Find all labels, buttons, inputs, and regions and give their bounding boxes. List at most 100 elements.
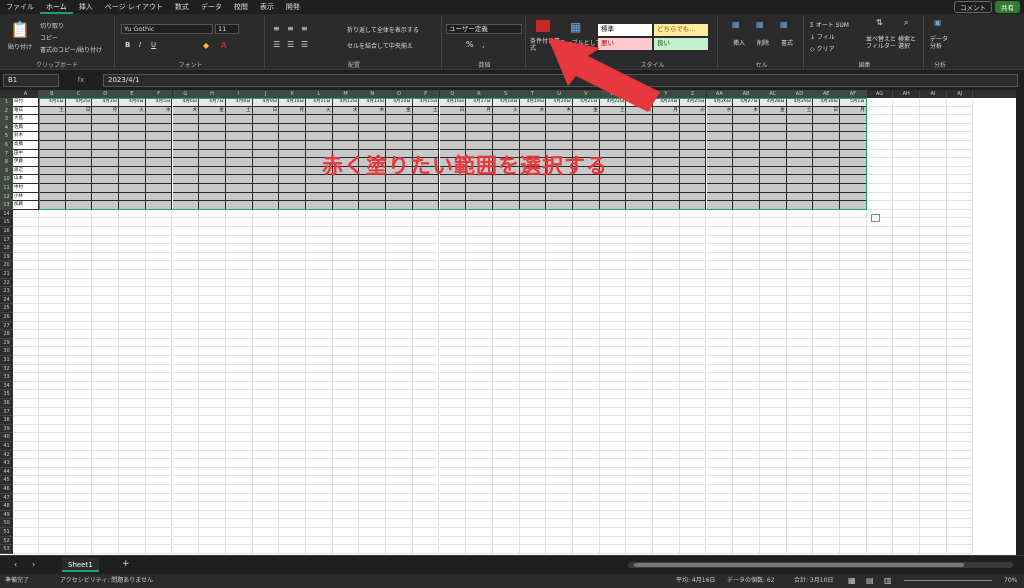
- cell-S18[interactable]: [492, 244, 520, 253]
- cell-AB16[interactable]: [733, 227, 760, 236]
- cell-AI19[interactable]: [920, 252, 947, 262]
- cell-W53[interactable]: [599, 545, 627, 554]
- cell-AC25[interactable]: [759, 304, 787, 313]
- cell-R42[interactable]: [466, 450, 493, 460]
- cell-A41[interactable]: [13, 442, 39, 451]
- cell-A12[interactable]: 小林: [13, 192, 39, 202]
- cell-O22[interactable]: [386, 278, 413, 288]
- cell-Z14[interactable]: [679, 209, 707, 219]
- cell-J23[interactable]: [252, 287, 280, 296]
- cell-X33[interactable]: [626, 373, 654, 382]
- cell-Y53[interactable]: [653, 545, 680, 554]
- menu-tab-4[interactable]: 数式: [169, 0, 195, 14]
- cell-D22[interactable]: [92, 278, 120, 288]
- cell-X43[interactable]: [626, 459, 654, 468]
- cell-Z25[interactable]: [679, 304, 707, 313]
- cell-K25[interactable]: [279, 304, 306, 313]
- cell-AD6[interactable]: [786, 141, 814, 150]
- cell-AC33[interactable]: [759, 373, 787, 382]
- cell-AE7[interactable]: [813, 149, 840, 159]
- cell-AJ50[interactable]: [946, 519, 974, 528]
- cell-I41[interactable]: [225, 442, 253, 451]
- row-header-4[interactable]: 4: [0, 123, 13, 133]
- cell-I13[interactable]: [225, 201, 253, 210]
- cell-D49[interactable]: [92, 510, 120, 520]
- cell-V34[interactable]: [573, 381, 600, 391]
- cell-F7[interactable]: [145, 149, 173, 159]
- cell-AC13[interactable]: [759, 201, 787, 210]
- cell-X29[interactable]: [626, 338, 654, 348]
- cell-AJ11[interactable]: [946, 184, 974, 193]
- cell-AG41[interactable]: [866, 442, 894, 451]
- cell-S22[interactable]: [492, 278, 520, 288]
- cell-AF44[interactable]: [840, 467, 867, 477]
- cell-AA12[interactable]: [706, 192, 734, 202]
- cell-R44[interactable]: [466, 467, 493, 477]
- cell-Z5[interactable]: [679, 132, 707, 141]
- cell-I49[interactable]: [225, 510, 253, 520]
- cell-Z32[interactable]: [679, 364, 707, 374]
- cell-M15[interactable]: [332, 218, 360, 227]
- cell-S39[interactable]: [492, 424, 520, 434]
- cell-AE53[interactable]: [813, 545, 840, 554]
- cell-O15[interactable]: [386, 218, 413, 227]
- cell-AG28[interactable]: [866, 330, 894, 339]
- cell-R22[interactable]: [466, 278, 493, 288]
- cell-D18[interactable]: [92, 244, 120, 253]
- cell-F24[interactable]: [145, 295, 173, 305]
- cell-T31[interactable]: [519, 356, 547, 365]
- cell-R5[interactable]: [466, 132, 493, 141]
- cell-AB8[interactable]: [733, 158, 760, 167]
- cell-AB33[interactable]: [733, 373, 760, 382]
- cell-G50[interactable]: [172, 519, 200, 528]
- cell-G9[interactable]: [172, 166, 200, 176]
- cell-T27[interactable]: [519, 321, 547, 331]
- cell-A1[interactable]: 日付: [13, 98, 39, 107]
- cell-AD35[interactable]: [786, 390, 814, 399]
- cell-U17[interactable]: [546, 235, 573, 245]
- number-format-select[interactable]: ユーザー定義: [446, 24, 522, 34]
- cell-W19[interactable]: [599, 252, 627, 262]
- cell-V16[interactable]: [573, 227, 600, 236]
- cell-F8[interactable]: [145, 158, 173, 167]
- cell-AH50[interactable]: [893, 519, 921, 528]
- cell-AD36[interactable]: [786, 399, 814, 408]
- cell-AG8[interactable]: [866, 158, 894, 167]
- cell-AE1[interactable]: 4月30日: [813, 98, 840, 107]
- cell-AE41[interactable]: [813, 442, 840, 451]
- cell-N14[interactable]: [359, 209, 387, 219]
- cell-V40[interactable]: [573, 433, 600, 442]
- cell-B31[interactable]: [39, 356, 66, 365]
- cell-K53[interactable]: [279, 545, 306, 554]
- cell-AG51[interactable]: [866, 528, 894, 537]
- cell-C50[interactable]: [65, 519, 93, 528]
- cell-E26[interactable]: [119, 313, 146, 322]
- cell-L35[interactable]: [306, 390, 333, 399]
- cell-AI9[interactable]: [920, 166, 947, 176]
- cell-M23[interactable]: [332, 287, 360, 296]
- cell-AI1[interactable]: [920, 98, 947, 107]
- cell-K38[interactable]: [279, 416, 306, 425]
- row-header-25[interactable]: 25: [0, 304, 13, 313]
- cell-G6[interactable]: [172, 141, 200, 150]
- cell-AC5[interactable]: [759, 132, 787, 141]
- cell-C19[interactable]: [65, 252, 93, 262]
- cell-AH15[interactable]: [893, 218, 921, 227]
- cell-AI2[interactable]: [920, 106, 947, 116]
- cell-AB30[interactable]: [733, 347, 760, 356]
- cell-C11[interactable]: [65, 184, 93, 193]
- conditional-format-button[interactable]: 条件付き書式: [530, 38, 560, 52]
- cell-V11[interactable]: [573, 184, 600, 193]
- cell-AB26[interactable]: [733, 313, 760, 322]
- cell-AG18[interactable]: [866, 244, 894, 253]
- column-header-P[interactable]: P: [412, 90, 440, 98]
- cell-L5[interactable]: [306, 132, 333, 141]
- cell-AC3[interactable]: [759, 115, 787, 124]
- cell-AA31[interactable]: [706, 356, 734, 365]
- cell-K6[interactable]: [279, 141, 306, 150]
- cell-AI17[interactable]: [920, 235, 947, 245]
- cell-K9[interactable]: [279, 166, 306, 176]
- cell-V29[interactable]: [573, 338, 600, 348]
- column-header-N[interactable]: N: [359, 90, 387, 98]
- cell-X5[interactable]: [626, 132, 654, 141]
